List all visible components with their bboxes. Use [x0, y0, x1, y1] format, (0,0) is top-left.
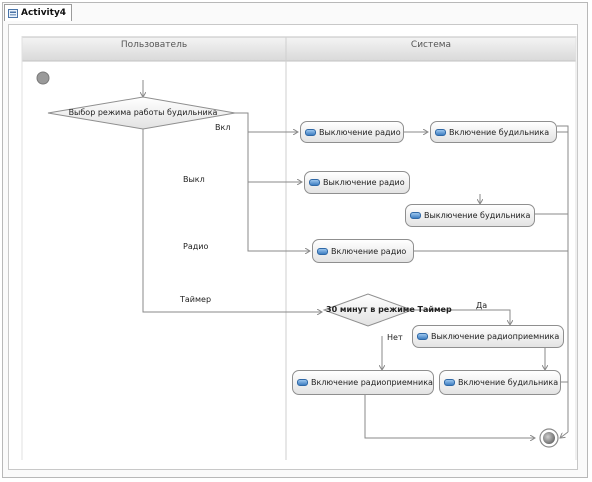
- action-label: Выключение будильника: [424, 211, 531, 220]
- action-icon: [305, 128, 316, 136]
- guard-timer: Таймер: [180, 295, 212, 304]
- action-icon: [309, 179, 320, 186]
- action-label: Включение будильника: [458, 378, 559, 387]
- guard-no: Нет: [387, 333, 403, 342]
- lane-title-system: Система: [410, 40, 452, 50]
- lane-title-user: Пользователь: [120, 40, 188, 50]
- guard-yes: Да: [476, 301, 488, 310]
- action-alarm-off[interactable]: Выключение будильника: [405, 204, 535, 227]
- action-alarm-on-1[interactable]: Включение будильника: [430, 121, 557, 143]
- action-radio-on[interactable]: Включение радио: [312, 239, 414, 263]
- flow-mode-off: [247, 132, 302, 182]
- action-label: Включение будильника: [449, 127, 550, 137]
- action-label: Включение радио: [331, 246, 407, 256]
- flow-receiveron-end: [364, 395, 535, 438]
- action-label: Включение радиоприемника: [311, 378, 433, 387]
- action-radio-off-2[interactable]: Выключение радио: [304, 171, 410, 194]
- guard-on: Вкл: [215, 123, 231, 132]
- initial-node[interactable]: [36, 71, 50, 85]
- action-icon: [417, 333, 428, 340]
- final-node-core: [543, 432, 555, 444]
- flow-mode-radio: [247, 182, 310, 251]
- action-icon: [317, 247, 328, 255]
- action-label: Выключение радиоприемника: [431, 332, 560, 341]
- action-icon: [444, 379, 455, 386]
- flow-mode-on: [233, 112, 298, 132]
- action-label: Выключение радио: [319, 127, 401, 137]
- guard-radio: Радио: [183, 242, 209, 251]
- action-icon: [435, 128, 446, 136]
- action-icon: [410, 212, 421, 219]
- action-radio-receiver-off[interactable]: Выключение радиоприемника: [412, 325, 564, 348]
- guard-off: Выкл: [183, 175, 205, 184]
- action-alarm-on-2[interactable]: Включение будильника: [439, 370, 561, 395]
- action-label: Выключение радио: [323, 178, 405, 187]
- decision-timer-label: 30 минут в режиме Таймер: [326, 305, 452, 314]
- action-radio-off-1[interactable]: Выключение радио: [300, 121, 404, 143]
- flow-mode-timer: [142, 129, 322, 312]
- action-radio-receiver-on[interactable]: Включение радиоприемника: [292, 370, 434, 395]
- decision-mode-label: Выбор режима работы будильника: [68, 108, 218, 117]
- action-icon: [297, 379, 308, 386]
- flow-merge-end: [560, 431, 569, 438]
- activity-diagram: [21, 36, 577, 460]
